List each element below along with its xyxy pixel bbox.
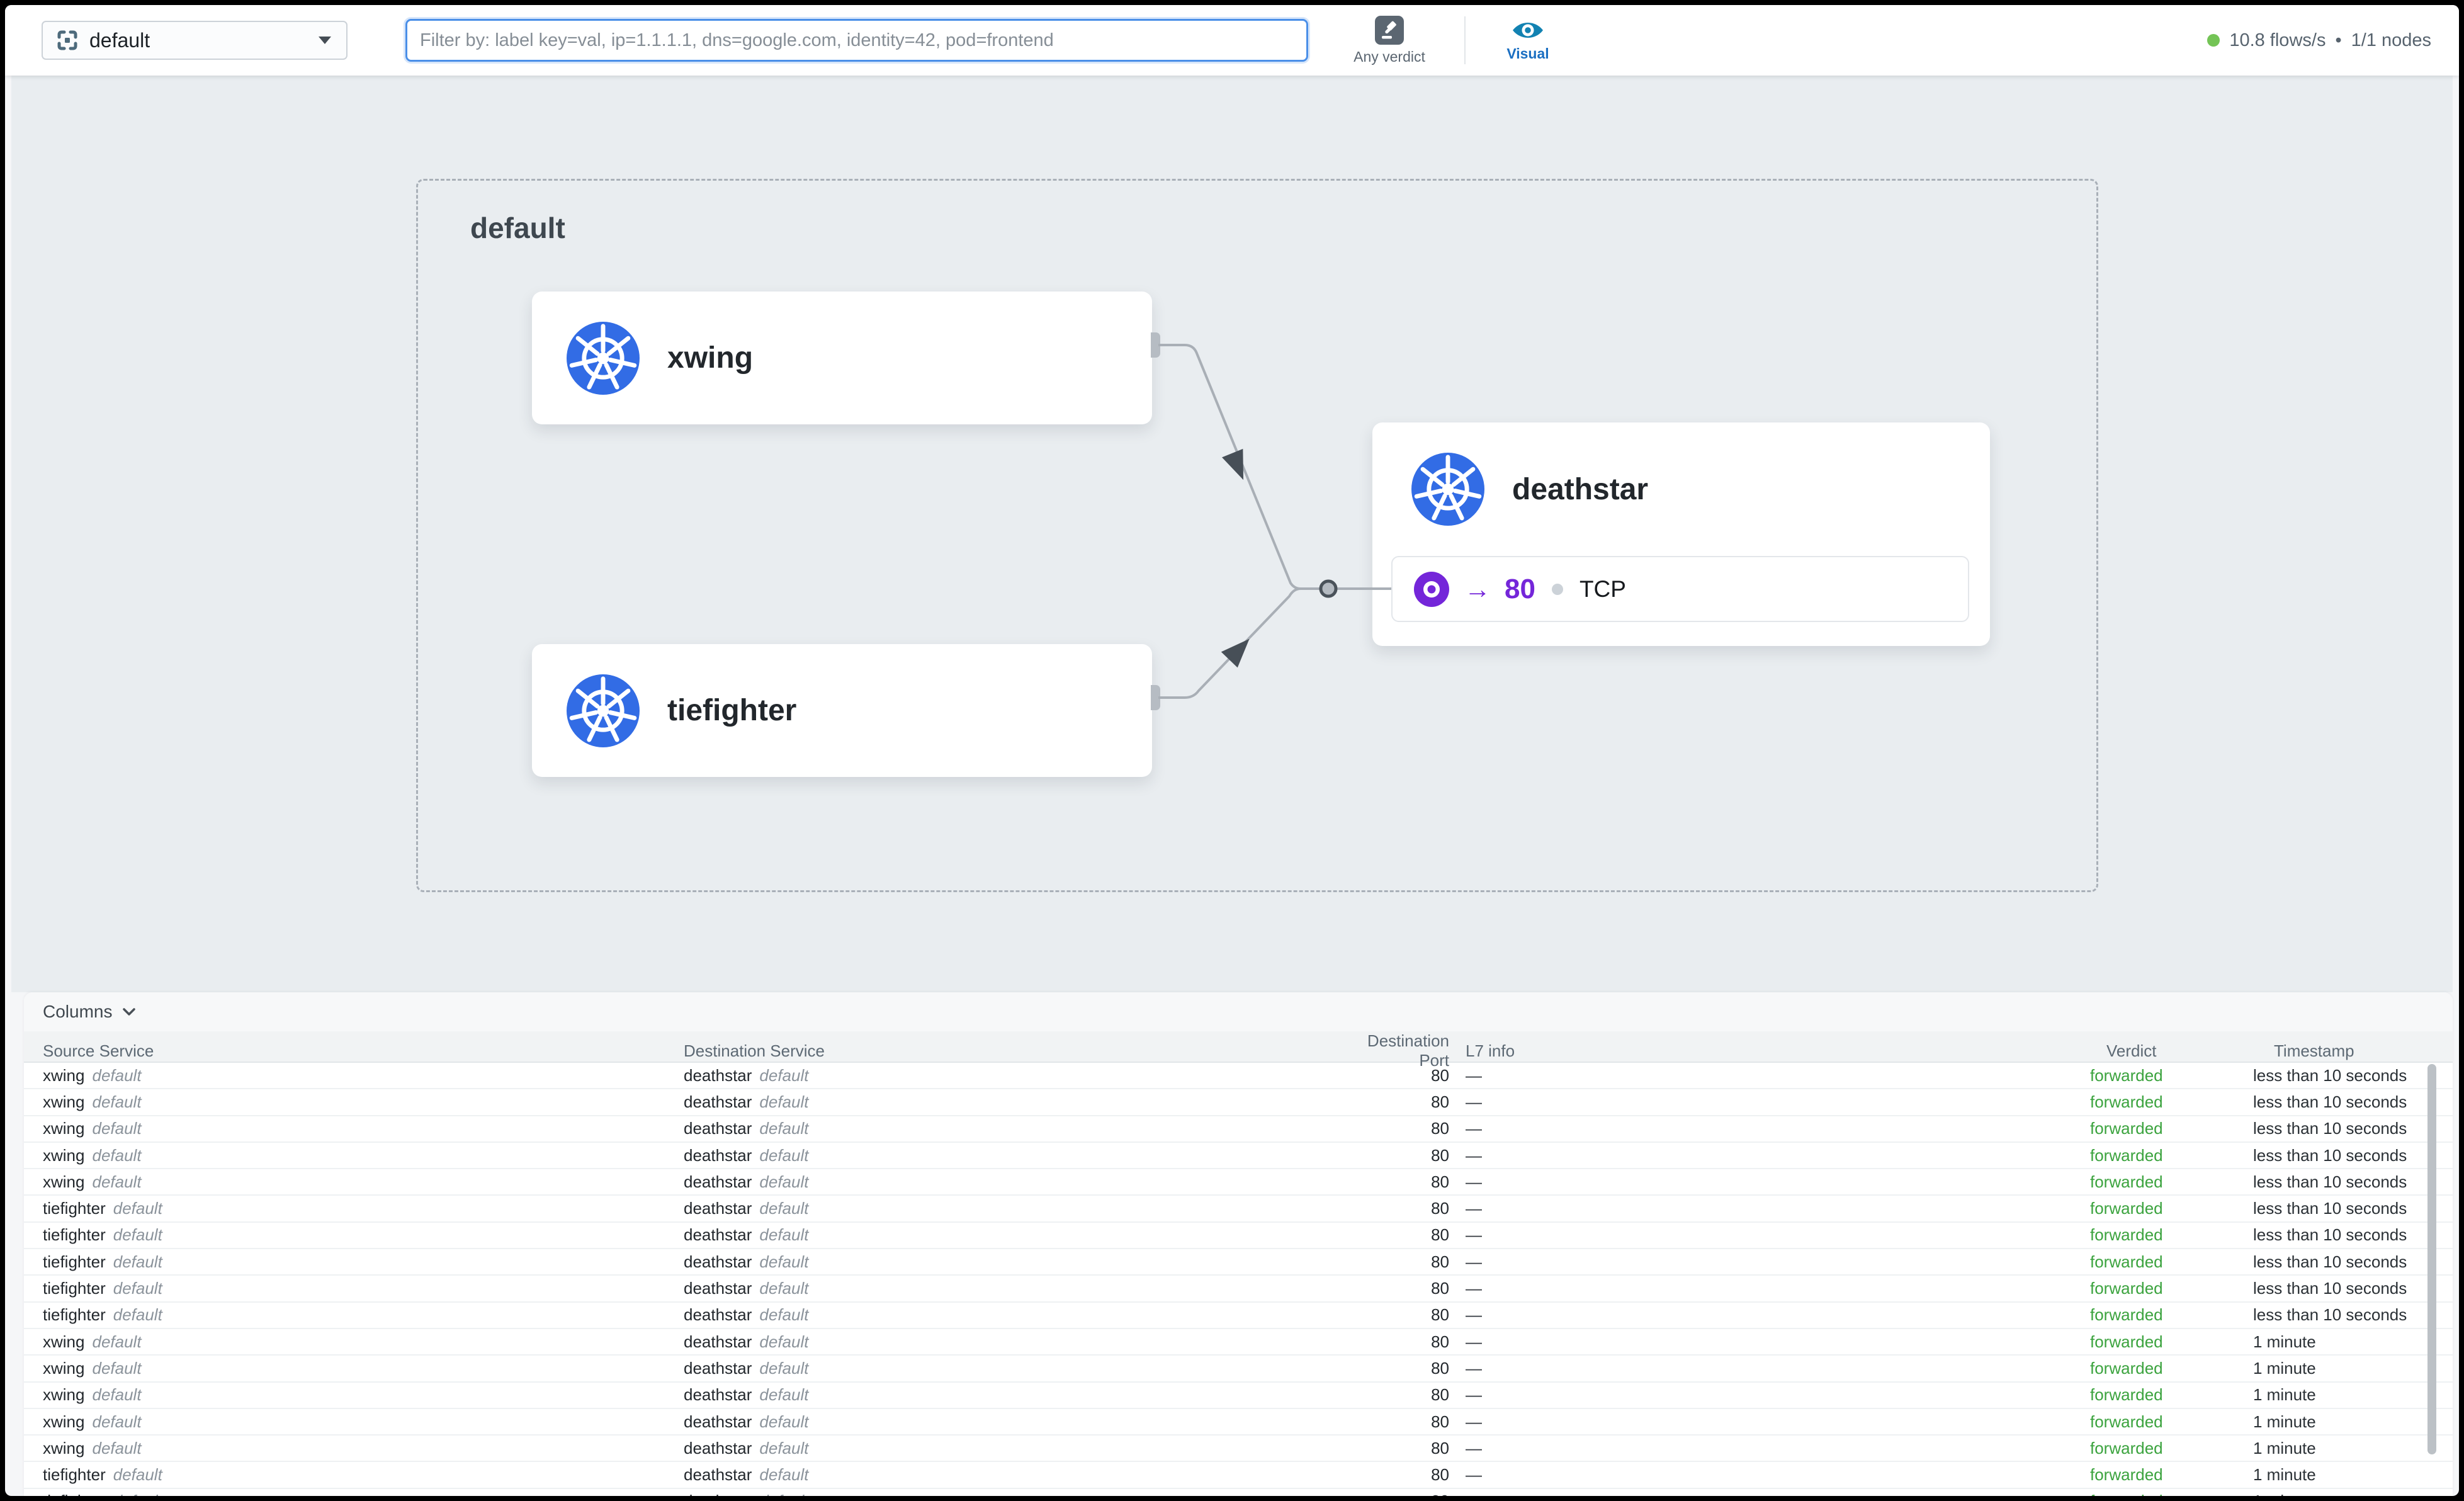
hubble-ui-window: default Any verdict Visual <box>5 5 2459 1496</box>
service-card-deathstar[interactable]: deathstar → 80 TCP <box>1372 422 1990 646</box>
flow-row[interactable]: xwingdefault deathstardefault 80 — forwa… <box>24 1169 2453 1196</box>
flow-row[interactable]: tiefighterdefault deathstardefault 80 — … <box>24 1489 2453 1496</box>
flow-row[interactable]: xwingdefault deathstardefault 80 — forwa… <box>24 1143 2453 1169</box>
cluster-status: 10.8 flows/s • 1/1 nodes <box>2207 30 2431 51</box>
access-point-port: 80 <box>1505 574 1535 605</box>
kubernetes-icon <box>567 322 640 395</box>
visual-mode-tab[interactable]: Visual <box>1493 19 1563 62</box>
arrow-right-icon: → <box>1464 574 1491 604</box>
flow-row[interactable]: tiefighterdefault deathstardefault 80 — … <box>24 1249 2453 1276</box>
flow-row[interactable]: xwingdefault deathstardefault 80 — forwa… <box>24 1383 2453 1409</box>
col-destination-service[interactable]: Destination Service <box>684 1041 1342 1061</box>
flow-row[interactable]: xwingdefault deathstardefault 80 — forwa… <box>24 1329 2453 1356</box>
visual-mode-label: Visual <box>1506 45 1549 62</box>
flow-row[interactable]: xwingdefault deathstardefault 80 — forwa… <box>24 1436 2453 1462</box>
flow-row[interactable]: tiefighterdefault deathstardefault 80 — … <box>24 1223 2453 1249</box>
flow-row[interactable]: xwingdefault deathstardefault 80 — forwa… <box>24 1063 2453 1089</box>
verdict-filter-button[interactable]: Any verdict <box>1342 16 1437 65</box>
flows-rate: 10.8 flows/s <box>2229 30 2326 51</box>
status-separator: • <box>2335 30 2341 51</box>
flow-row[interactable]: tiefighterdefault deathstardefault 80 — … <box>24 1303 2453 1329</box>
flow-row[interactable]: xwingdefault deathstardefault 80 — forwa… <box>24 1356 2453 1382</box>
egress-connector <box>1151 332 1160 358</box>
flows-table-header: Source Service Destination Service Desti… <box>24 1031 2453 1063</box>
col-destination-port[interactable]: Destination Port <box>1342 1031 1449 1070</box>
table-scrollbar[interactable] <box>2427 1064 2436 1454</box>
namespace-boundary-label: default <box>470 211 565 245</box>
kubernetes-icon <box>1411 453 1484 526</box>
chevron-down-icon <box>122 1007 136 1016</box>
nodes-count: 1/1 nodes <box>2351 30 2431 51</box>
eye-icon <box>1512 19 1544 42</box>
topbar-divider <box>1464 16 1466 64</box>
flow-row[interactable]: tiefighterdefault deathstardefault 80 — … <box>24 1276 2453 1302</box>
status-dot-icon <box>2207 34 2220 47</box>
flow-row[interactable]: tiefighterdefault deathstardefault 80 — … <box>24 1196 2453 1222</box>
service-map: default xwing tiefighter <box>11 76 2453 992</box>
col-verdict[interactable]: Verdict <box>2090 1041 2253 1061</box>
columns-selector-label: Columns <box>43 1002 112 1022</box>
service-card-tiefighter[interactable]: tiefighter <box>532 644 1152 777</box>
service-name: xwing <box>667 341 753 375</box>
access-point-protocol: TCP <box>1580 576 1626 603</box>
verdict-filter-label: Any verdict <box>1354 48 1425 65</box>
namespace-icon <box>57 30 78 51</box>
col-l7-info[interactable]: L7 info <box>1449 1041 2090 1061</box>
col-timestamp[interactable]: Timestamp <box>2253 1041 2453 1061</box>
flow-row[interactable]: xwingdefault deathstardefault 80 — forwa… <box>24 1409 2453 1436</box>
access-point-port-80[interactable]: → 80 TCP <box>1391 556 1969 622</box>
flow-row[interactable]: xwingdefault deathstardefault 80 — forwa… <box>24 1089 2453 1116</box>
service-name: tiefighter <box>667 693 796 728</box>
access-point-icon <box>1414 572 1449 607</box>
service-name: deathstar <box>1512 472 1648 507</box>
service-card-xwing[interactable]: xwing <box>532 292 1152 424</box>
col-source-service[interactable]: Source Service <box>43 1041 684 1061</box>
dot-separator-icon <box>1552 584 1563 595</box>
chevron-down-icon <box>319 37 331 44</box>
flows-table-body: xwingdefault deathstardefault 80 — forwa… <box>24 1063 2453 1496</box>
columns-selector[interactable]: Columns <box>24 992 2453 1031</box>
flow-filter-input[interactable] <box>405 19 1308 62</box>
flow-row[interactable]: xwingdefault deathstardefault 80 — forwa… <box>24 1116 2453 1143</box>
gavel-icon <box>1375 16 1404 45</box>
flow-row[interactable]: tiefighterdefault deathstardefault 80 — … <box>24 1462 2453 1488</box>
topbar: default Any verdict Visual <box>5 5 2459 76</box>
kubernetes-icon <box>567 674 640 747</box>
namespace-select[interactable]: default <box>42 21 348 60</box>
namespace-select-value: default <box>89 29 150 52</box>
flows-table-panel: Columns Source Service Destination Servi… <box>24 992 2453 1496</box>
egress-connector <box>1151 685 1160 710</box>
